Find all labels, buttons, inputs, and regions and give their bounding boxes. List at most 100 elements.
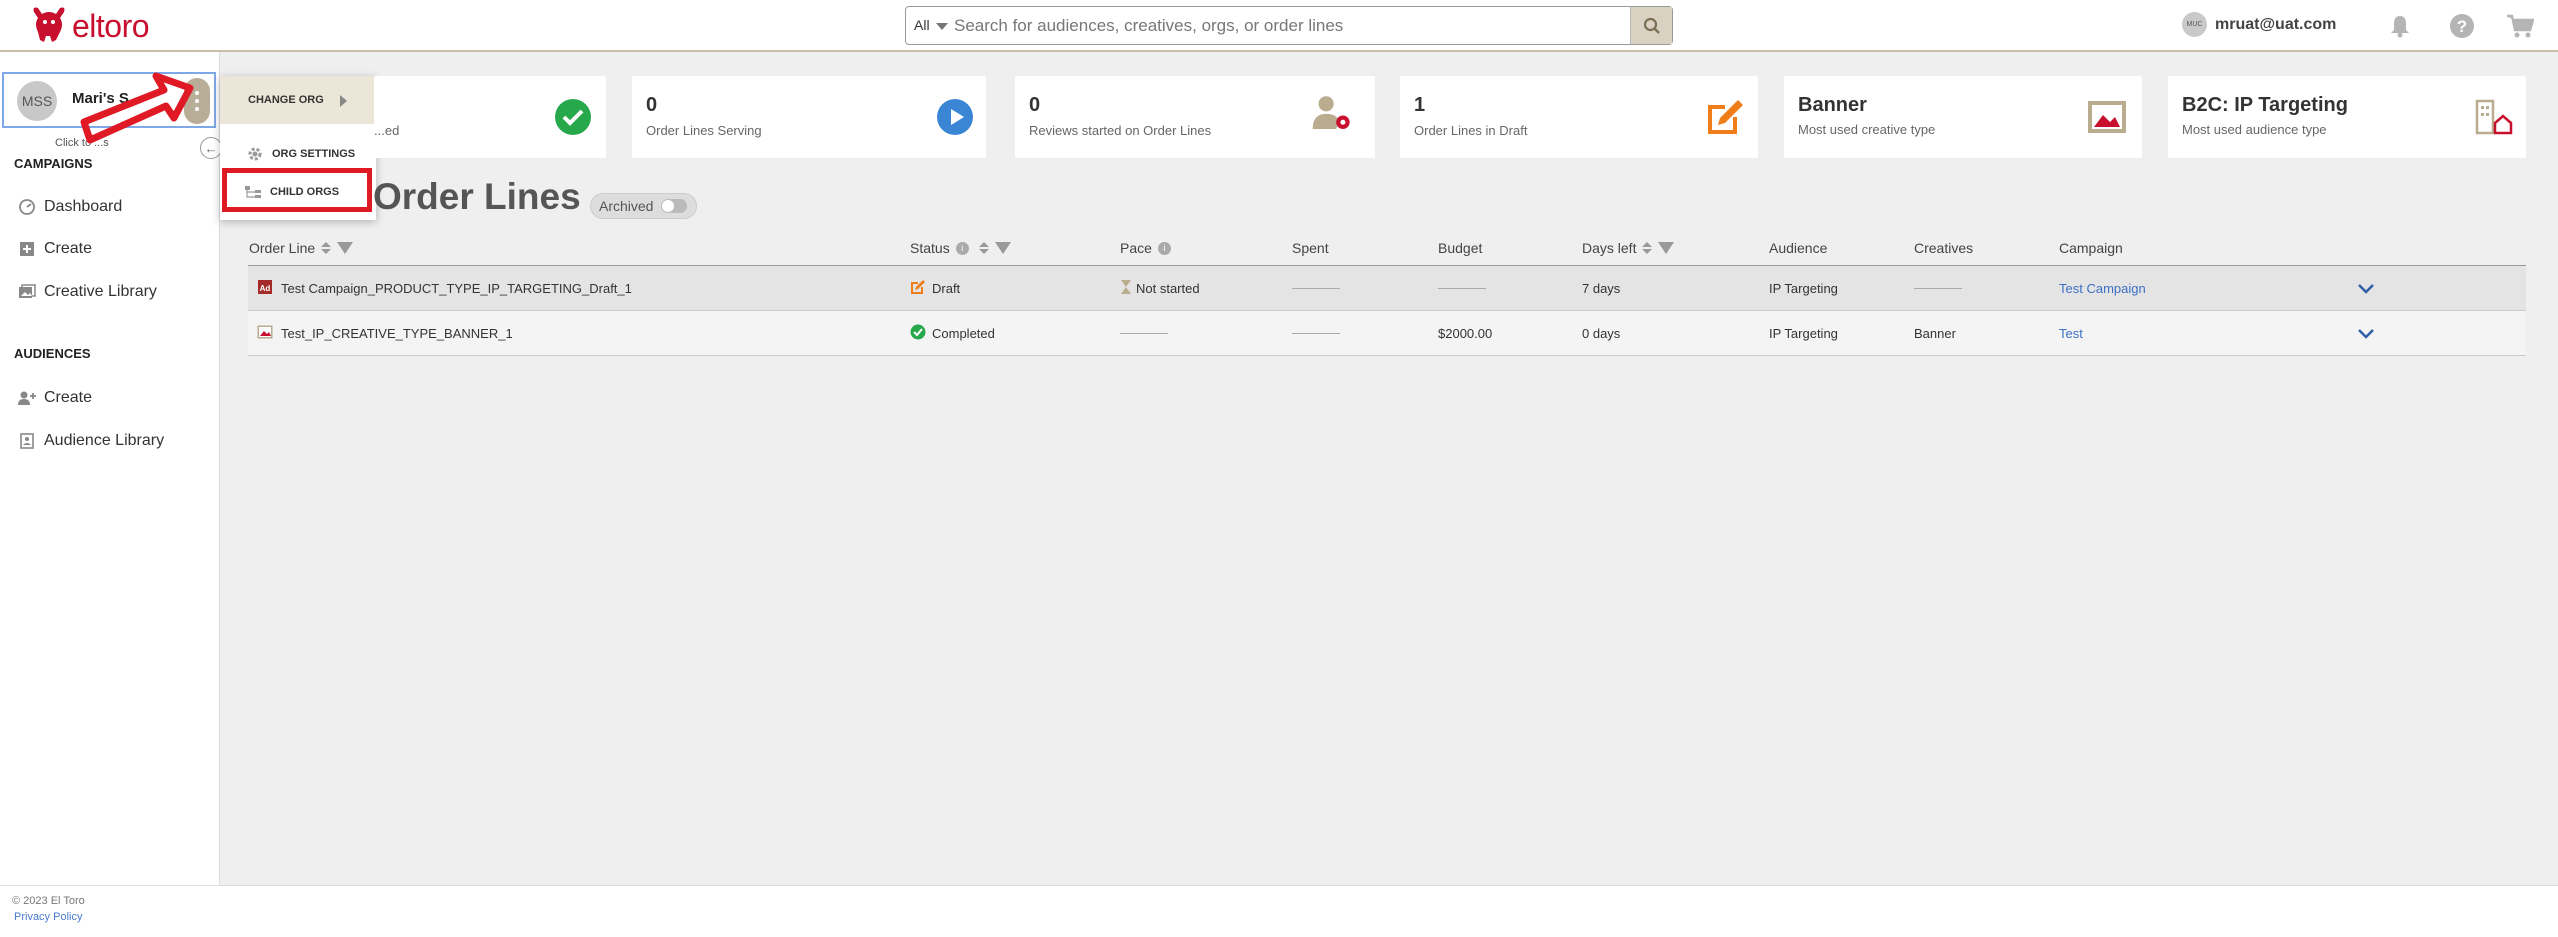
column-header-days-left[interactable]: Days left <box>1582 238 1675 258</box>
column-label: Status <box>910 240 950 256</box>
privacy-policy-link[interactable]: Privacy Policy <box>14 911 82 923</box>
brand-name: eltoro <box>72 7 150 44</box>
cart-button[interactable] <box>2506 12 2534 40</box>
menu-item-org-settings[interactable]: ORG SETTINGS <box>246 146 355 162</box>
sort-icon[interactable] <box>1642 242 1653 254</box>
campaigns-section-title: CAMPAIGNS <box>14 156 93 171</box>
org-selector[interactable]: MSS Mari's S... <box>2 72 216 128</box>
empty-dash <box>1292 333 1340 334</box>
dot-icon <box>195 107 199 111</box>
menu-item-change-org[interactable]: CHANGE ORG <box>220 76 376 124</box>
order-line-cell[interactable]: Ad Test Campaign_PRODUCT_TYPE_IP_TARGETI… <box>257 266 632 311</box>
chevron-down-icon <box>935 22 948 30</box>
stat-card-label: Reviews started on Order Lines <box>1029 123 1212 138</box>
image-icon <box>2086 96 2128 138</box>
campaign-link[interactable]: Test <box>2059 311 2083 356</box>
check-circle-icon <box>552 96 594 138</box>
table-row[interactable]: Ad Test Campaign_PRODUCT_TYPE_IP_TARGETI… <box>248 266 2526 311</box>
sidebar-item-dashboard[interactable]: Dashboard <box>18 198 122 216</box>
expand-row-button[interactable] <box>2358 281 2374 299</box>
stat-card-audience-type: B2C: IP Targeting Most used audience typ… <box>2168 76 2526 158</box>
sort-icon[interactable] <box>321 242 332 254</box>
search-input[interactable] <box>954 7 1614 44</box>
filter-icon[interactable] <box>994 242 1011 254</box>
chevron-right-icon <box>340 95 347 107</box>
child-orgs-highlight <box>222 168 372 212</box>
status-cell: Completed <box>910 311 995 356</box>
column-header-status[interactable]: Status i <box>910 238 1011 258</box>
order-line-name: Test Campaign_PRODUCT_TYPE_IP_TARGETING_… <box>281 281 632 296</box>
column-header-spent: Spent <box>1292 238 1329 258</box>
info-icon[interactable]: i <box>955 241 969 255</box>
sidebar-item-label: Creative Library <box>44 283 157 300</box>
sidebar-item-create-audience[interactable]: Create <box>18 389 92 407</box>
pace-cell <box>1120 311 1168 356</box>
edit-icon <box>1704 96 1746 138</box>
archived-toggle[interactable]: Archived <box>590 193 697 219</box>
stat-card-label: Most used audience type <box>2182 122 2327 137</box>
column-label: Campaign <box>2059 240 2123 256</box>
column-label: Days left <box>1582 240 1637 256</box>
stat-card-creative-type: Banner Most used creative type <box>1784 76 2142 158</box>
notifications-button[interactable] <box>2386 12 2414 40</box>
sort-icon[interactable] <box>978 242 989 254</box>
hourglass-icon <box>1120 279 1132 298</box>
stat-card-label: Most used creative type <box>1798 122 1936 137</box>
check-circle-icon <box>910 324 926 343</box>
order-line-name: Test_IP_CREATIVE_TYPE_BANNER_1 <box>281 326 513 341</box>
copyright-text: © 2023 El Toro <box>12 895 85 907</box>
creatives-cell <box>1914 266 1962 311</box>
sidebar-item-creative-library[interactable]: Creative Library <box>18 283 157 301</box>
filter-icon[interactable] <box>1658 242 1675 254</box>
search-scope-select[interactable]: All <box>914 17 948 33</box>
status-text: Draft <box>932 281 961 296</box>
toggle-switch <box>661 199 687 213</box>
column-label: Spent <box>1292 240 1329 256</box>
images-icon <box>18 283 36 301</box>
filter-icon[interactable] <box>337 242 354 254</box>
audience-cell: IP Targeting <box>1769 281 1838 296</box>
org-dropdown-menu: CHANGE ORG ORG SETTINGS CHILD ORGS <box>220 76 376 220</box>
empty-dash <box>1292 288 1340 289</box>
empty-dash <box>1914 288 1962 289</box>
info-icon[interactable]: i <box>1157 241 1171 255</box>
campaign-link[interactable]: Test Campaign <box>2059 266 2146 311</box>
top-bar: eltoro All MUC mruat@uat.com ? <box>0 0 2558 52</box>
order-line-cell[interactable]: Test_IP_CREATIVE_TYPE_BANNER_1 <box>257 311 513 356</box>
menu-item-label: CHANGE ORG <box>248 94 324 106</box>
spent-cell <box>1292 311 1340 356</box>
logo[interactable]: eltoro <box>30 5 150 47</box>
search-icon <box>1643 17 1660 34</box>
search-bar: All <box>905 6 1673 45</box>
avatar: MUC <box>2182 12 2207 37</box>
org-hint: Click to ...s <box>55 137 109 149</box>
banner-image-icon <box>257 325 273 342</box>
building-icon <box>2472 96 2514 138</box>
svg-text:Ad: Ad <box>260 284 271 293</box>
empty-dash <box>1438 288 1486 289</box>
sidebar-item-create-campaign[interactable]: Create <box>18 240 92 258</box>
stat-card-label: ...ed <box>374 123 400 138</box>
sidebar-item-label: Create <box>44 389 93 406</box>
column-header-order-line[interactable]: Order Line <box>249 238 354 258</box>
stat-card-label: Order Lines Serving <box>646 123 762 138</box>
status-text: Completed <box>932 326 995 341</box>
help-button[interactable]: ? <box>2448 12 2476 40</box>
collapse-sidebar-button[interactable]: ← <box>200 137 222 159</box>
org-menu-button[interactable] <box>184 78 210 124</box>
column-header-campaign: Campaign <box>2059 238 2123 258</box>
search-button[interactable] <box>1630 7 1672 44</box>
column-header-audience: Audience <box>1769 238 1827 258</box>
question-icon: ? <box>2450 14 2474 38</box>
user-menu[interactable]: MUC mruat@uat.com <box>2182 12 2336 37</box>
plus-square-icon <box>18 240 36 258</box>
column-label: Budget <box>1438 240 1483 256</box>
arrow-left-icon: ← <box>204 140 218 156</box>
ad-icon: Ad <box>257 279 273 298</box>
expand-row-button[interactable] <box>2358 326 2374 344</box>
bell-icon <box>2391 16 2409 38</box>
table-row[interactable]: Test_IP_CREATIVE_TYPE_BANNER_1 Completed… <box>248 311 2526 356</box>
sidebar-item-audience-library[interactable]: Audience Library <box>18 432 164 450</box>
audience-cell: IP Targeting <box>1769 326 1838 341</box>
org-avatar: MSS <box>17 81 57 121</box>
